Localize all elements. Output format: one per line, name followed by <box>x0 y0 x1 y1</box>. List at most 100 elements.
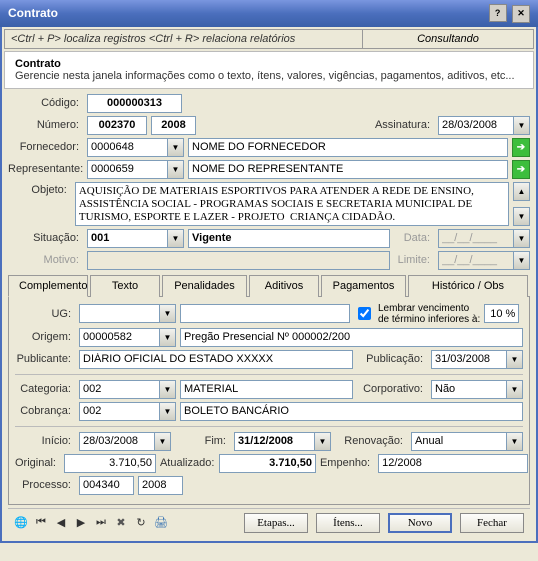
label-corporativo: Corporativo: <box>357 383 427 395</box>
close-window-button[interactable]: ✕ <box>512 5 530 23</box>
renovacao-input[interactable] <box>411 432 506 451</box>
nav-last-icon[interactable]: ⏭ <box>94 516 108 530</box>
label-ug: UG: <box>15 308 75 320</box>
publicante-input[interactable] <box>79 350 353 369</box>
cancel-edit-icon[interactable]: ✖ <box>114 516 128 530</box>
label-original: Original: <box>15 457 60 469</box>
info-desc: Gerencie nesta janela informações como o… <box>15 70 523 82</box>
lembrar-pct-input[interactable] <box>484 304 519 323</box>
inicio-input[interactable] <box>79 432 154 451</box>
categoria-text: MATERIAL <box>180 380 353 399</box>
nav-first-icon[interactable]: ⏮ <box>34 516 48 530</box>
fim-date[interactable]: ▼ <box>234 432 331 451</box>
atualizado-input[interactable] <box>219 454 316 473</box>
chevron-down-icon[interactable]: ▼ <box>159 328 176 347</box>
processo-ano-input[interactable] <box>138 476 183 495</box>
chevron-down-icon[interactable]: ▼ <box>513 116 530 135</box>
objeto-textarea[interactable]: AQUISIÇÃO DE MATERIAIS ESPORTIVOS PARA A… <box>75 182 509 226</box>
assinatura-date[interactable]: ▼ <box>438 116 530 135</box>
help-button[interactable]: ? <box>489 4 507 22</box>
cobranca-combo[interactable]: ▼ <box>79 402 176 421</box>
categoria-cod-input[interactable] <box>79 380 159 399</box>
arrow-right-icon: ➔ <box>517 142 525 153</box>
codigo-field[interactable] <box>87 94 182 113</box>
chevron-down-icon[interactable]: ▼ <box>167 160 184 179</box>
ug-input[interactable] <box>79 304 159 323</box>
processo-num-input[interactable] <box>79 476 134 495</box>
tab-complemento[interactable]: Complemento <box>8 275 88 297</box>
chevron-down-icon[interactable]: ▼ <box>167 229 184 248</box>
fechar-button[interactable]: Fechar <box>460 513 524 533</box>
origem-cod-input[interactable] <box>79 328 159 347</box>
label-origem: Origem: <box>15 331 75 343</box>
chevron-down-icon[interactable]: ▼ <box>167 138 184 157</box>
original-input[interactable] <box>64 454 156 473</box>
chevron-down-icon[interactable]: ▼ <box>506 350 523 369</box>
bottom-toolbar: 🌐 ⏮ ◀ ▶ ⏭ ✖ ↻ 🖨 Etapas... Ítens... Novo … <box>8 508 530 537</box>
scroll-down-icon[interactable]: ▼ <box>513 207 530 226</box>
label-numero: Número: <box>8 119 83 131</box>
inicio-date[interactable]: ▼ <box>79 432 171 451</box>
cobranca-text: BOLETO BANCÁRIO <box>180 402 523 421</box>
label-motivo: Motivo: <box>8 254 83 266</box>
tab-penalidades[interactable]: Penalidades <box>162 275 247 297</box>
categoria-combo[interactable]: ▼ <box>79 380 176 399</box>
chevron-down-icon[interactable]: ▼ <box>159 304 176 323</box>
publicacao-input[interactable] <box>431 350 506 369</box>
nav-next-icon[interactable]: ▶ <box>74 516 88 530</box>
data-input <box>438 229 513 248</box>
print-icon[interactable]: 🖨 <box>154 516 168 530</box>
chevron-down-icon[interactable]: ▼ <box>159 402 176 421</box>
chevron-down-icon[interactable]: ▼ <box>314 432 331 451</box>
limite-input <box>438 251 513 270</box>
tab-bar: Complemento Texto Penalidades Aditivos P… <box>8 274 530 297</box>
fim-input[interactable] <box>234 432 314 451</box>
representante-cod-input[interactable] <box>87 160 167 179</box>
chevron-down-icon[interactable]: ▼ <box>506 380 523 399</box>
etapas-button[interactable]: Etapas... <box>244 513 308 533</box>
data-date: ▼ <box>438 229 530 248</box>
refresh-icon[interactable]: ↻ <box>134 516 148 530</box>
chevron-down-icon[interactable]: ▼ <box>159 380 176 399</box>
novo-button[interactable]: Novo <box>388 513 452 533</box>
label-codigo: Código: <box>8 97 83 109</box>
chevron-down-icon: ▼ <box>513 251 530 270</box>
nav-prev-icon[interactable]: ◀ <box>54 516 68 530</box>
corporativo-combo[interactable]: ▼ <box>431 380 523 399</box>
chevron-down-icon[interactable]: ▼ <box>506 432 523 451</box>
fornecedor-combo[interactable]: ▼ <box>87 138 184 157</box>
fornecedor-cod-input[interactable] <box>87 138 167 157</box>
tab-historico[interactable]: Histórico / Obs <box>408 275 528 297</box>
chevron-down-icon[interactable]: ▼ <box>154 432 171 451</box>
ug-combo[interactable]: ▼ <box>79 304 176 323</box>
renovacao-combo[interactable]: ▼ <box>411 432 523 451</box>
label-fim: Fim: <box>175 435 230 447</box>
scroll-up-icon[interactable]: ▲ <box>513 182 530 201</box>
hint-shortcuts: <Ctrl + P> localiza registros <Ctrl + R>… <box>5 30 363 48</box>
numero-ano-field[interactable] <box>151 116 196 135</box>
publicacao-date[interactable]: ▼ <box>431 350 523 369</box>
cobranca-cod-input[interactable] <box>79 402 159 421</box>
situacao-combo[interactable]: ▼ <box>87 229 184 248</box>
info-panel: Contrato Gerencie nesta janela informaçõ… <box>4 51 534 89</box>
representante-combo[interactable]: ▼ <box>87 160 184 179</box>
corporativo-input[interactable] <box>431 380 506 399</box>
empenho-input[interactable] <box>378 454 528 473</box>
numero-field[interactable] <box>87 116 147 135</box>
lembrar-checkbox[interactable] <box>358 307 371 320</box>
fornecedor-goto-button[interactable]: ➔ <box>512 138 530 157</box>
assinatura-input[interactable] <box>438 116 513 135</box>
globe-icon[interactable]: 🌐 <box>14 516 28 530</box>
label-empenho: Empenho: <box>320 457 374 469</box>
situacao-cod-input[interactable] <box>87 229 167 248</box>
title-bar: Contrato ? ✕ <box>0 0 538 27</box>
hint-bar: <Ctrl + P> localiza registros <Ctrl + R>… <box>4 29 534 49</box>
tab-pagamentos[interactable]: Pagamentos <box>321 275 406 297</box>
itens-button[interactable]: Ítens... <box>316 513 380 533</box>
origem-combo[interactable]: ▼ <box>79 328 176 347</box>
label-fornecedor: Fornecedor: <box>8 141 83 153</box>
tab-aditivos[interactable]: Aditivos <box>249 275 319 297</box>
label-publicacao: Publicação: <box>357 353 427 365</box>
tab-texto[interactable]: Texto <box>90 275 160 297</box>
representante-goto-button[interactable]: ➔ <box>512 160 530 179</box>
